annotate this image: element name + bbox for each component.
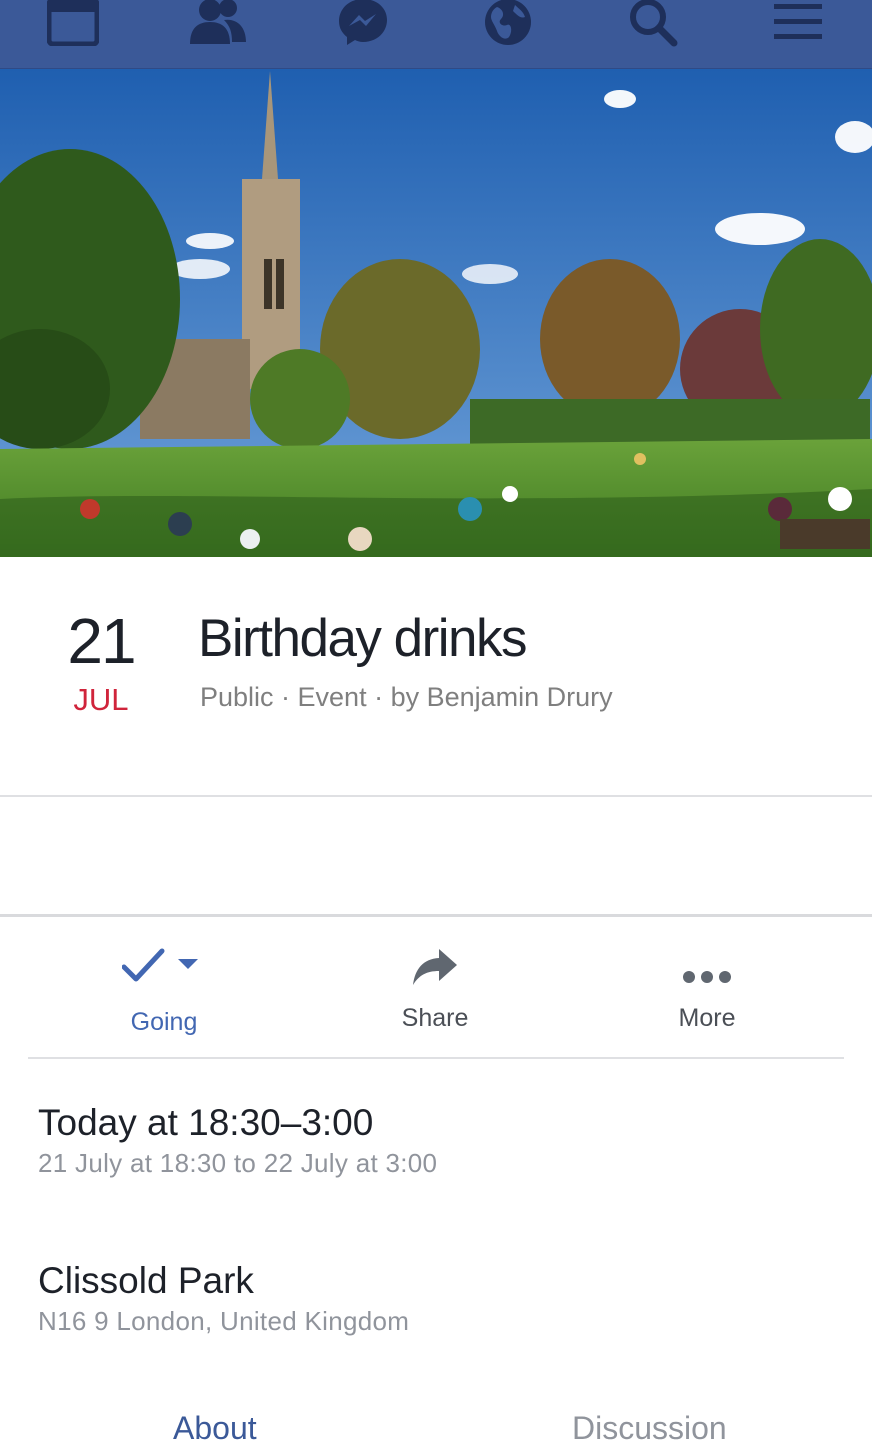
more-button[interactable]: More	[617, 917, 797, 1059]
event-address: N16 9 London, United Kingdom	[38, 1306, 410, 1336]
going-button[interactable]: Going	[74, 917, 254, 1059]
globe-icon[interactable]	[472, 0, 544, 52]
tab-discussion[interactable]: Discussion	[572, 1408, 727, 1448]
section-divider	[0, 795, 872, 797]
event-date-month: JUL	[73, 682, 129, 717]
event-meta[interactable]: Public · Event · by Benjamin Drury	[200, 679, 613, 715]
friends-icon[interactable]	[182, 0, 254, 52]
share-label: Share	[401, 1004, 469, 1032]
tab-about[interactable]: About	[173, 1408, 257, 1448]
event-actions: Going Share More	[28, 917, 844, 1059]
more-dots-icon	[683, 971, 731, 983]
event-time[interactable]: Today at 18:30–3:00	[38, 1101, 373, 1145]
more-label: More	[678, 1004, 736, 1032]
event-date-day: 21	[67, 605, 136, 677]
event-page: 21 JUL Birthday drinks Public · Event · …	[0, 0, 872, 1454]
menu-icon[interactable]	[762, 0, 834, 52]
event-time-full: 21 July at 18:30 to 22 July at 3:00	[38, 1148, 438, 1178]
event-cover-photo[interactable]	[0, 69, 872, 557]
event-date: 21 JUL	[40, 604, 162, 718]
share-arrow-icon	[413, 949, 457, 985]
messenger-icon[interactable]	[327, 0, 399, 52]
share-button[interactable]: Share	[345, 917, 525, 1059]
going-label: Going	[130, 1008, 198, 1036]
top-nav-bar	[0, 0, 872, 69]
section-divider	[28, 1057, 844, 1059]
search-icon[interactable]	[617, 0, 689, 52]
event-location[interactable]: Clissold Park	[38, 1259, 254, 1303]
going-icon-group	[104, 917, 224, 987]
event-title: Birthday drinks	[198, 609, 528, 668]
news-feed-icon[interactable]	[37, 0, 109, 52]
checkmark-icon	[122, 948, 198, 982]
